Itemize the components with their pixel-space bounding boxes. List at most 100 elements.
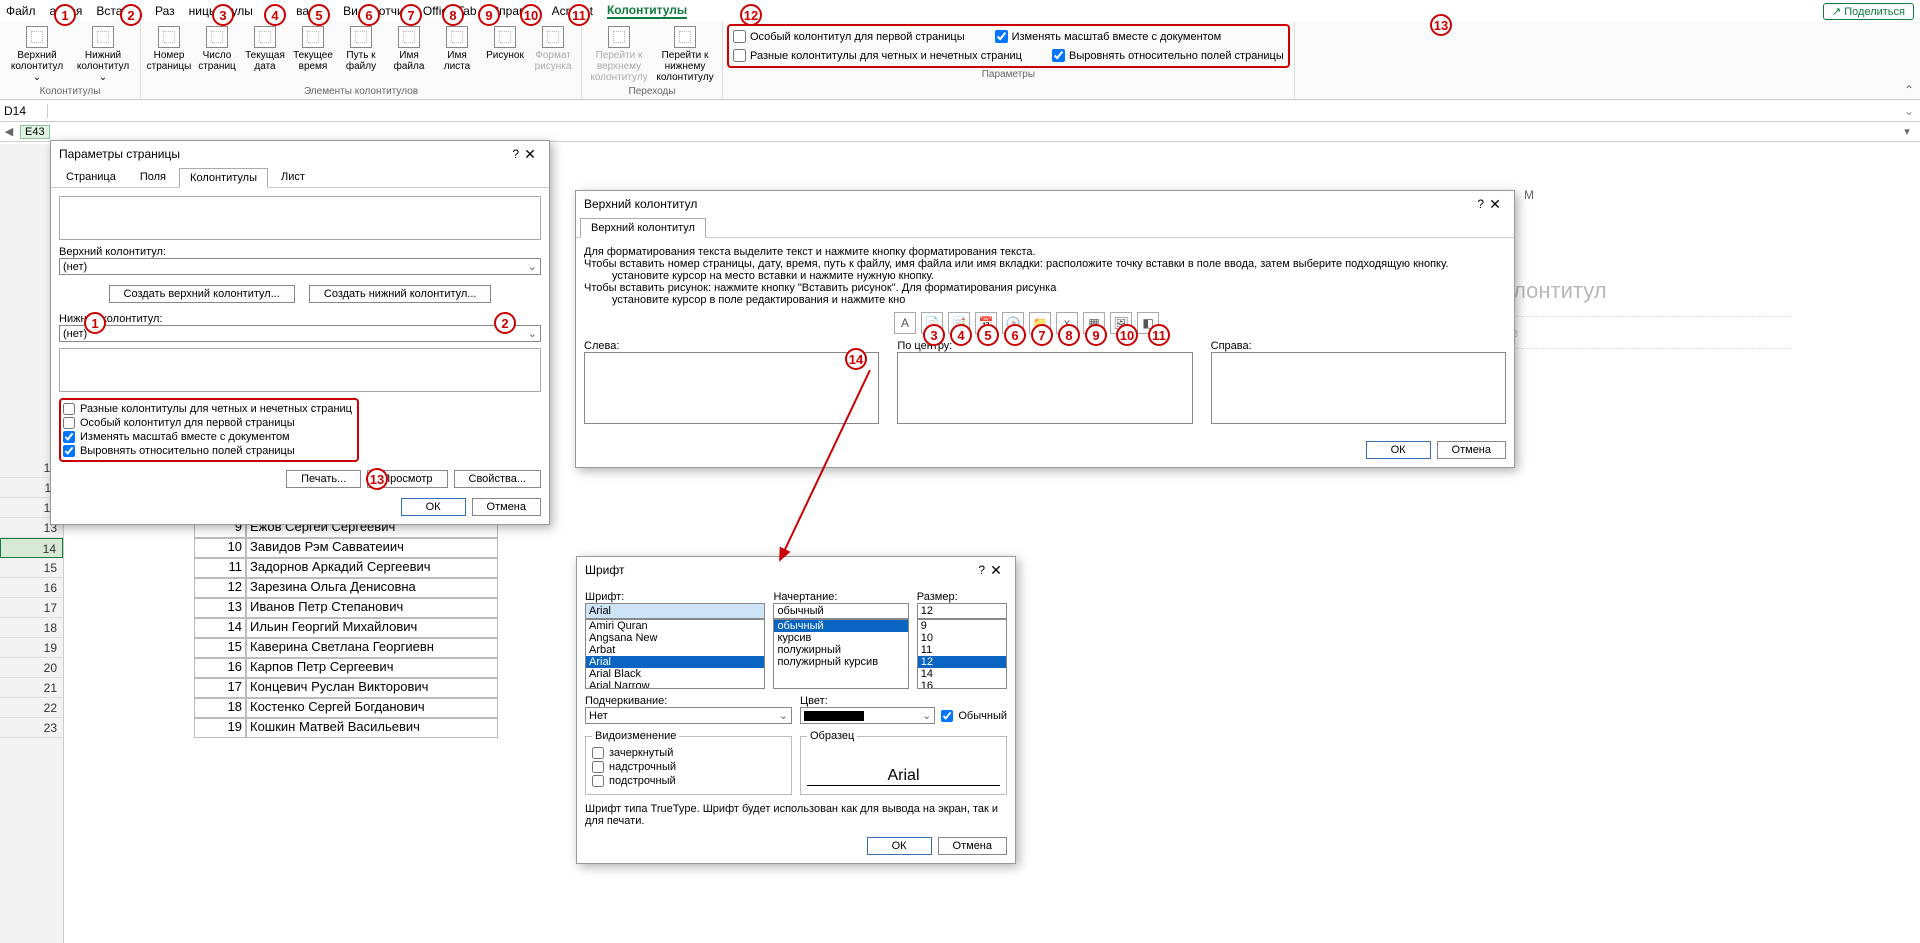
chk-align[interactable]: Выровнять относительно полей страницы <box>63 444 355 458</box>
cell[interactable]: 13 <box>194 598 246 618</box>
chk-first-page[interactable]: Особый колонтитул для первой страницы <box>63 416 355 430</box>
share-button[interactable]: ↗ Поделиться <box>1823 3 1914 20</box>
list-style[interactable]: обычныйкурсивполужирныйполужирный курсив <box>773 619 908 689</box>
chk-normal-font[interactable]: Обычный <box>941 709 1007 723</box>
menu-file[interactable]: Файл <box>6 4 36 18</box>
help-icon[interactable]: ? <box>978 563 985 577</box>
input-font[interactable] <box>585 603 765 619</box>
cell[interactable]: 16 <box>194 658 246 678</box>
chk-odd-even[interactable]: Разные колонтитулы для четных и нечетных… <box>63 402 355 416</box>
chk-strike[interactable]: зачеркнутый <box>592 746 785 760</box>
row-header[interactable]: 23 <box>0 718 63 738</box>
close-icon[interactable]: ✕ <box>985 562 1007 579</box>
opt-scale[interactable]: Изменять масштаб вместе с документом <box>995 30 1222 43</box>
tab-sheet[interactable]: Лист <box>270 167 316 187</box>
combo-underline[interactable]: Нет <box>585 707 792 724</box>
nav-prev[interactable]: ◀ <box>0 125 18 138</box>
list-item[interactable]: Arial <box>586 656 764 668</box>
cell[interactable]: 12 <box>194 578 246 598</box>
row-header[interactable]: 16 <box>0 578 63 598</box>
cell[interactable]: 11 <box>194 558 246 578</box>
filename-button[interactable]: Имя файла <box>385 24 433 74</box>
pagecount-button[interactable]: Число страниц <box>193 24 241 74</box>
row-header[interactable]: 18 <box>0 618 63 638</box>
ta-center[interactable] <box>897 352 1192 424</box>
list-item[interactable]: Arial Narrow <box>586 680 764 689</box>
cell[interactable]: Карпов Петр Сергеевич <box>246 658 498 678</box>
tab-page[interactable]: Страница <box>55 167 127 187</box>
row-header[interactable]: 15 <box>0 558 63 578</box>
picture-format-button[interactable]: Формат рисунка <box>529 24 577 74</box>
filepath-button[interactable]: Путь к файлу <box>337 24 385 74</box>
date-button[interactable]: Текущая дата <box>241 24 289 74</box>
list-item[interactable]: Arbat <box>586 644 764 656</box>
list-item[interactable]: полужирный <box>774 644 907 656</box>
list-item[interactable]: 14 <box>918 668 1006 680</box>
cell[interactable]: Концевич Руслан Викторович <box>246 678 498 698</box>
list-item[interactable]: курсив <box>774 632 907 644</box>
chk-scale[interactable]: Изменять масштаб вместе с документом <box>63 430 355 444</box>
formula-expand[interactable]: ⌄ <box>1898 104 1920 118</box>
chk-sub[interactable]: подстрочный <box>592 774 785 788</box>
cell[interactable]: Каверина Светлана Георгиевн <box>246 638 498 658</box>
list-item[interactable]: обычный <box>774 620 907 632</box>
font-format-icon[interactable]: A <box>894 312 916 334</box>
row-header[interactable]: 21 <box>0 678 63 698</box>
cell[interactable]: 15 <box>194 638 246 658</box>
combo-bot-hf[interactable]: (нет) <box>59 325 541 342</box>
list-item[interactable]: Amiri Quran <box>586 620 764 632</box>
cell[interactable]: Кошкин Матвей Васильевич <box>246 718 498 738</box>
cell[interactable]: Зарезина Ольга Денисовна <box>246 578 498 598</box>
btn-create-footer[interactable]: Создать нижний колонтитул... <box>309 285 492 303</box>
help-icon[interactable]: ? <box>1477 197 1484 211</box>
list-item[interactable]: Arial Black <box>586 668 764 680</box>
row-header[interactable]: 14 <box>0 538 63 558</box>
time-button[interactable]: Текущее время <box>289 24 337 74</box>
cell[interactable]: 10 <box>194 538 246 558</box>
sheetname-button[interactable]: Имя листа <box>433 24 481 74</box>
opt-first-page[interactable]: Особый колонтитул для первой страницы <box>733 30 965 43</box>
nav-chip[interactable]: E43 <box>20 125 50 139</box>
menu-headerfooter[interactable]: Колонтитулы <box>607 3 687 19</box>
row-header[interactable]: 17 <box>0 598 63 618</box>
input-style[interactable] <box>773 603 908 619</box>
tab-headerfooter[interactable]: Колонтитулы <box>179 168 268 188</box>
btn-print[interactable]: Печать... <box>286 470 361 488</box>
combo-color[interactable] <box>800 707 935 724</box>
row-header[interactable]: 20 <box>0 658 63 678</box>
cell[interactable]: Ильин Георгий Михайлович <box>246 618 498 638</box>
close-icon[interactable]: ✕ <box>519 146 541 163</box>
list-size[interactable]: 91011121416 <box>917 619 1007 689</box>
tab-margins[interactable]: Поля <box>129 167 177 187</box>
ta-right[interactable] <box>1211 352 1506 424</box>
name-box[interactable]: D14 <box>0 104 48 118</box>
chk-super[interactable]: надстрочный <box>592 760 785 774</box>
cell[interactable]: Завидов Рэм Савватеиич <box>246 538 498 558</box>
header-button[interactable]: Верхний колонтитул ⌄ <box>4 24 70 85</box>
list-item[interactable]: 10 <box>918 632 1006 644</box>
goto-header-button[interactable]: Перейти к верхнему колонтитулу <box>586 24 652 85</box>
input-size[interactable] <box>917 603 1007 619</box>
list-item[interactable]: 9 <box>918 620 1006 632</box>
cell[interactable]: Иванов Петр Степанович <box>246 598 498 618</box>
opt-odd-even[interactable]: Разные колонтитулы для четных и нечетных… <box>733 49 1022 62</box>
footer-button[interactable]: Нижний колонтитул ⌄ <box>70 24 136 85</box>
tab-header[interactable]: Верхний колонтитул <box>580 218 706 238</box>
cell[interactable]: 18 <box>194 698 246 718</box>
list-item[interactable]: Angsana New <box>586 632 764 644</box>
row-header[interactable]: 19 <box>0 638 63 658</box>
close-icon[interactable]: ✕ <box>1484 196 1506 213</box>
opt-align-margins[interactable]: Выровнять относительно полей страницы <box>1052 49 1284 62</box>
btn-properties[interactable]: Свойства... <box>454 470 541 488</box>
pagenumber-button[interactable]: Номер страницы <box>145 24 193 74</box>
btn-ok[interactable]: ОК <box>401 498 466 516</box>
btn-ok[interactable]: ОК <box>1366 441 1431 459</box>
row-header[interactable]: 22 <box>0 698 63 718</box>
list-item[interactable]: 11 <box>918 644 1006 656</box>
nav-menu[interactable]: ▾ <box>1898 125 1916 138</box>
goto-footer-button[interactable]: Перейти к нижнему колонтитулу <box>652 24 718 85</box>
cell[interactable]: Костенко Сергей Богданович <box>246 698 498 718</box>
list-item[interactable]: полужирный курсив <box>774 656 907 668</box>
picture-button[interactable]: Рисунок <box>481 24 529 63</box>
btn-ok[interactable]: ОК <box>867 837 932 855</box>
